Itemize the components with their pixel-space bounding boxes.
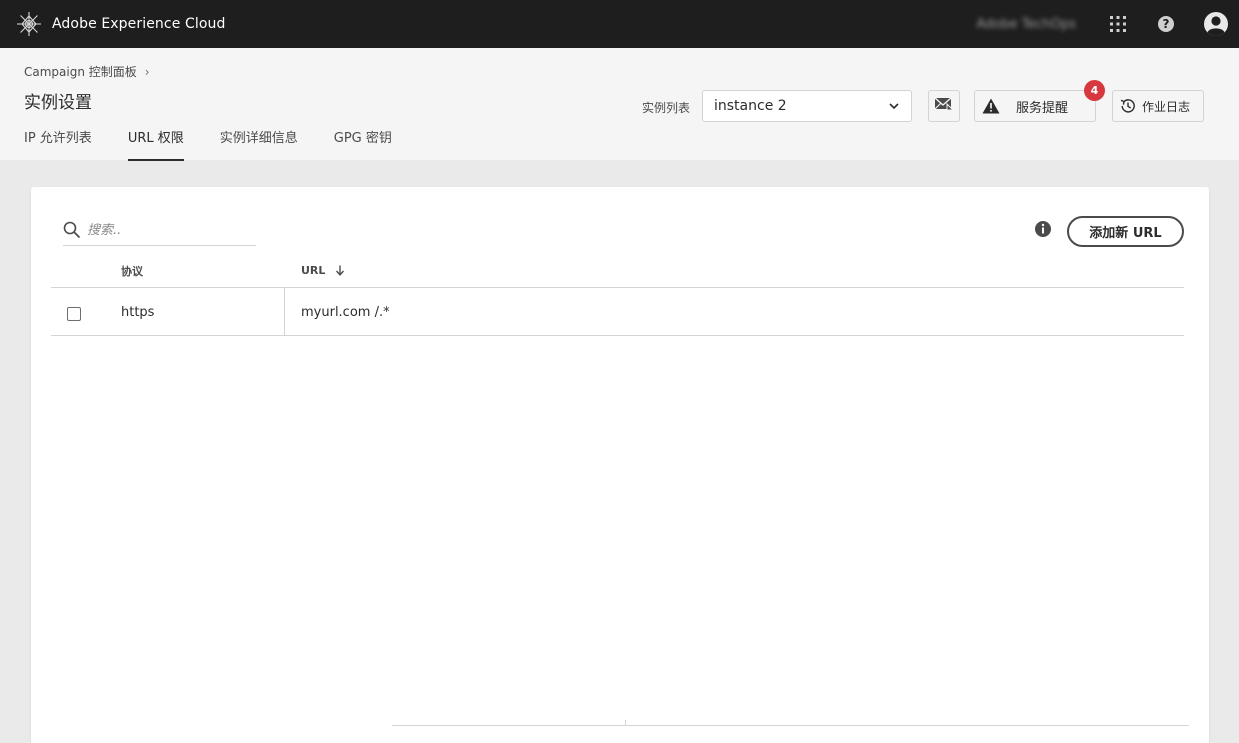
panel-footer-divider — [392, 725, 1189, 726]
row-checkbox[interactable] — [67, 307, 81, 321]
tab-url-permissions[interactable]: URL 权限 — [127, 127, 184, 161]
warning-icon — [982, 97, 1000, 115]
search-icon — [63, 221, 81, 239]
add-new-url-button[interactable]: 添加新 URL — [1067, 216, 1184, 247]
breadcrumb-link[interactable]: Campaign 控制面板 — [24, 63, 137, 80]
brand-name: Adobe Experience Cloud — [52, 16, 226, 32]
table-row[interactable]: https myurl.com /.* — [51, 288, 1184, 336]
tab-gpg-keys[interactable]: GPG 密钥 — [334, 127, 392, 161]
sort-arrow-down-icon — [335, 265, 345, 276]
instance-select-value: instance 2 — [714, 98, 787, 114]
brand-home-link[interactable]: Adobe Experience Cloud — [16, 11, 225, 37]
tab-instance-details[interactable]: 实例详细信息 — [220, 127, 298, 161]
org-switcher[interactable]: Adobe TechOps — [976, 17, 1076, 32]
history-clock-icon — [1119, 97, 1137, 115]
mail-alert-icon — [934, 96, 955, 116]
apps-grid-icon[interactable] — [1106, 12, 1130, 36]
search-input[interactable] — [87, 222, 247, 238]
breadcrumb[interactable]: Campaign 控制面板 › — [24, 63, 150, 80]
column-header-protocol[interactable]: 协议 — [121, 263, 143, 279]
url-permissions-table: 协议 URL https myurl.com /.* — [51, 257, 1184, 336]
panel-footer-tick — [625, 720, 626, 725]
url-permissions-panel: 添加新 URL 协议 URL https myurl.com /.* — [31, 187, 1209, 743]
email-alerts-button[interactable] — [928, 90, 960, 122]
page-title: 实例设置 — [24, 93, 92, 113]
help-icon[interactable]: ? — [1154, 12, 1178, 36]
alerts-count-badge: 4 — [1084, 80, 1105, 101]
column-divider — [284, 288, 285, 336]
chevron-down-icon — [888, 100, 900, 116]
service-alerts-button[interactable]: 服务提醒 — [974, 90, 1096, 122]
svg-text:?: ? — [1163, 17, 1170, 31]
info-icon[interactable] — [1034, 220, 1052, 238]
job-log-label: 作业日志 — [1142, 99, 1191, 114]
tab-bar: IP 允许列表 URL 权限 实例详细信息 GPG 密钥 — [24, 127, 428, 161]
instance-list-label: 实例列表 — [642, 101, 691, 115]
service-alerts-label: 服务提醒 — [1016, 100, 1069, 116]
column-header-url-label: URL — [301, 264, 326, 277]
tab-ip-allow-list[interactable]: IP 允许列表 — [24, 127, 92, 161]
job-log-button[interactable]: 作业日志 — [1112, 90, 1204, 122]
shell-header: Adobe Experience Cloud Adobe TechOps ? — [0, 0, 1239, 48]
protocol-cell: https — [121, 305, 155, 320]
instance-select[interactable]: instance 2 — [702, 90, 912, 122]
page-header: Campaign 控制面板 › 实例设置 IP 允许列表 URL 权限 实例详细… — [0, 48, 1239, 161]
table-header: 协议 URL — [51, 257, 1184, 288]
column-header-url[interactable]: URL — [301, 264, 345, 277]
search-box[interactable] — [63, 215, 256, 246]
breadcrumb-chevron-icon: › — [144, 64, 150, 79]
adobe-experience-cloud-logo-icon — [16, 11, 42, 37]
user-avatar-icon[interactable] — [1202, 10, 1230, 38]
url-cell: myurl.com /.* — [301, 305, 390, 320]
